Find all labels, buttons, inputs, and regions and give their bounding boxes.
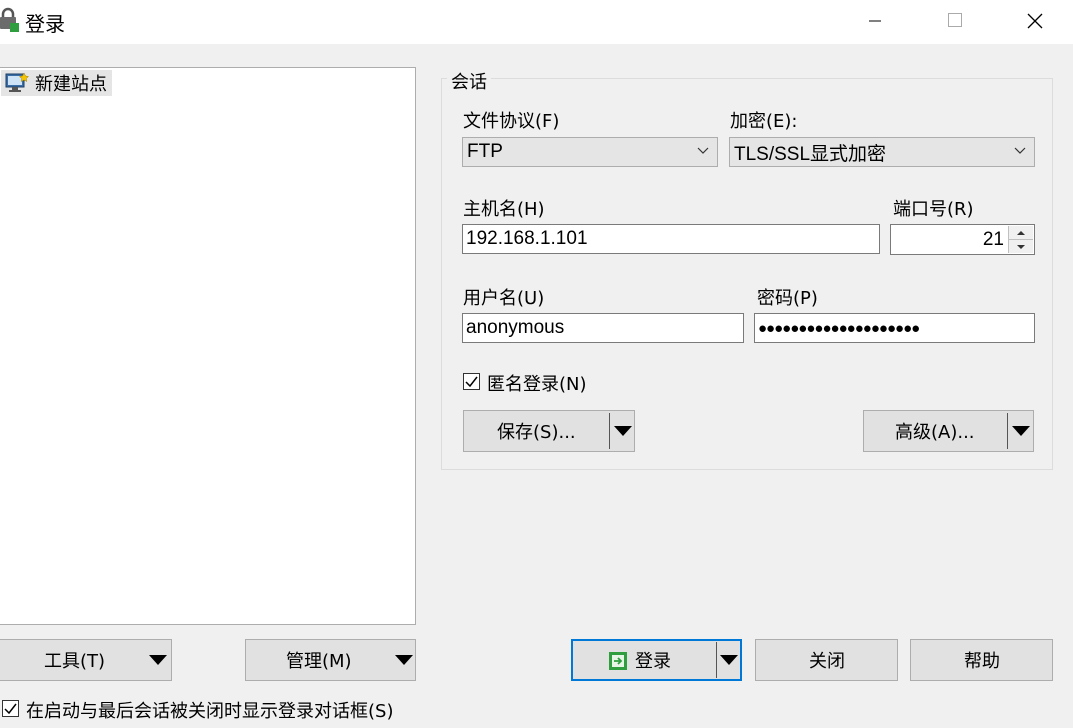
chevron-down-icon — [1017, 244, 1025, 249]
manage-button-label: 管理(M) — [286, 651, 352, 672]
window-title: 登录 — [25, 12, 65, 36]
username-label: 用户名(U) — [463, 288, 545, 309]
encryption-value: TLS/SSL显式加密 — [734, 143, 887, 165]
save-button-label: 保存(S)... — [497, 422, 576, 443]
check-icon — [465, 376, 478, 387]
host-label: 主机名(H) — [463, 199, 545, 220]
login-icon — [609, 652, 627, 670]
anonymous-checkbox[interactable] — [463, 373, 480, 390]
username-value: anonymous — [466, 317, 565, 338]
check-icon — [4, 703, 17, 714]
close-button-label: 关闭 — [809, 651, 845, 672]
tools-button-label: 工具(T) — [44, 651, 106, 672]
help-button-label: 帮助 — [964, 651, 1000, 672]
login-split-button[interactable]: 登录 — [571, 639, 742, 681]
encryption-label: 加密(E): — [730, 111, 798, 132]
port-label: 端口号(R) — [893, 199, 974, 220]
save-split-button[interactable]: 保存(S)... — [463, 410, 635, 452]
show-on-startup-label[interactable]: 在启动与最后会话被关闭时显示登录对话框(S) — [26, 697, 393, 723]
dropdown-arrow-icon — [395, 655, 413, 665]
help-button[interactable]: 帮助 — [910, 639, 1053, 681]
password-value: ●●●●●●●●●●●●●●●●●●●● — [758, 319, 920, 337]
maximize-button[interactable] — [931, 0, 977, 44]
advanced-button-label: 高级(A)... — [895, 422, 975, 443]
port-stepper[interactable]: 21 — [890, 224, 1035, 255]
password-label: 密码(P) — [757, 288, 818, 309]
tools-button[interactable]: 工具(T) — [0, 639, 172, 681]
port-value: 21 — [982, 229, 1004, 250]
close-icon — [1027, 13, 1043, 29]
password-field[interactable]: ●●●●●●●●●●●●●●●●●●●● — [754, 313, 1035, 343]
protocol-value: FTP — [467, 141, 503, 162]
title-bar: 登录 — [0, 0, 1073, 44]
encryption-select[interactable]: TLS/SSL显式加密 — [729, 137, 1035, 167]
show-on-startup-checkbox[interactable] — [2, 700, 19, 717]
site-item-new[interactable]: 新建站点 — [1, 70, 112, 96]
host-value: 192.168.1.101 — [466, 228, 588, 249]
dropdown-arrow-icon — [149, 655, 167, 665]
login-button-label: 登录 — [635, 651, 671, 672]
chevron-up-icon — [1017, 230, 1025, 235]
advanced-split-button[interactable]: 高级(A)... — [863, 410, 1034, 452]
maximize-icon — [948, 13, 962, 27]
dropdown-arrow-icon — [614, 426, 632, 436]
host-field[interactable]: 192.168.1.101 — [462, 224, 880, 254]
dropdown-arrow-icon — [1012, 426, 1030, 436]
minimize-icon — [869, 20, 881, 22]
new-site-icon — [5, 72, 29, 92]
close-window-button[interactable] — [1012, 0, 1058, 44]
site-tree[interactable]: 新建站点 — [0, 67, 416, 625]
protocol-select[interactable]: FTP — [462, 137, 718, 167]
manage-button[interactable]: 管理(M) — [245, 639, 416, 681]
lock-icon — [0, 7, 20, 33]
session-group-label: 会话 — [447, 68, 491, 94]
minimize-button[interactable] — [852, 0, 898, 44]
port-decrement-button[interactable] — [1008, 240, 1033, 253]
dropdown-arrow-icon — [720, 655, 738, 665]
username-field[interactable]: anonymous — [462, 313, 744, 343]
chevron-down-icon — [697, 147, 709, 154]
chevron-down-icon — [1014, 147, 1026, 154]
close-button[interactable]: 关闭 — [755, 639, 898, 681]
port-increment-button[interactable] — [1008, 226, 1033, 240]
site-item-label: 新建站点 — [35, 74, 107, 95]
anonymous-label[interactable]: 匿名登录(N) — [487, 370, 587, 396]
protocol-label: 文件协议(F) — [463, 111, 560, 132]
